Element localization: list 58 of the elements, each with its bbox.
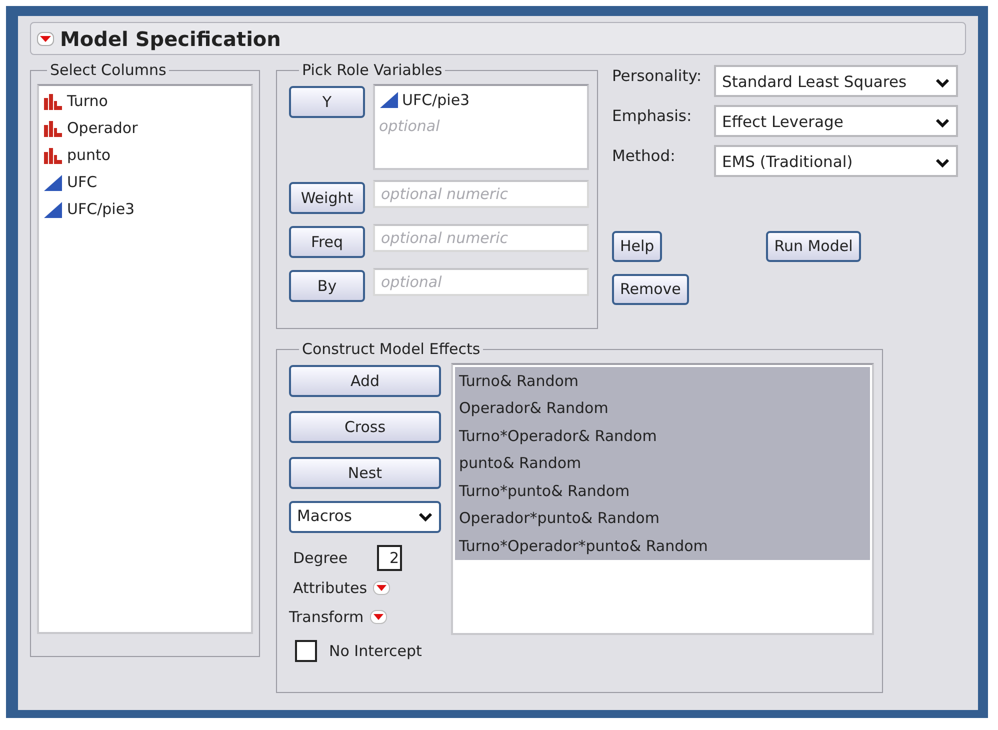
degree-field[interactable]: 2: [377, 545, 402, 571]
setting-label: Personality:: [612, 66, 703, 87]
role-field[interactable]: optional: [373, 268, 589, 296]
role-button[interactable]: Y: [289, 86, 365, 118]
column-item[interactable]: UFC/pie3: [39, 196, 251, 223]
panel-title: Pick Role Variables: [301, 63, 444, 78]
checkbox[interactable]: [295, 640, 317, 662]
action-button[interactable]: Help: [612, 231, 662, 262]
placeholder-text: optional: [379, 116, 441, 137]
macros-dropdown[interactable]: Macros: [289, 501, 441, 533]
dialog-title: Model Specification: [60, 26, 281, 52]
chevron-icon: [935, 78, 950, 88]
effect-item[interactable]: punto& Random: [455, 450, 870, 477]
effect-item[interactable]: Turno*Operador*punto& Random: [455, 532, 870, 560]
effect-item[interactable]: Operador& Random: [455, 394, 870, 422]
dropdown[interactable]: Standard Least Squares: [714, 65, 958, 97]
chevron-icon: [935, 158, 950, 168]
effect-item[interactable]: Turno*Operador& Random: [455, 422, 870, 450]
triangle-icon: [43, 174, 63, 192]
role-list[interactable]: UFC/pie3 optional: [373, 84, 589, 170]
column-item[interactable]: UFC: [39, 169, 251, 196]
disclosure-icon[interactable]: [37, 32, 54, 46]
list-item[interactable]: UFC/pie3: [402, 88, 470, 112]
triangle-icon: [379, 91, 399, 109]
column-item[interactable]: Operador: [39, 115, 251, 142]
setting-label: Method:: [612, 146, 676, 167]
triangle-icon: [43, 200, 63, 218]
effect-button[interactable]: Add: [289, 365, 441, 397]
panel-title: Select Columns: [49, 63, 168, 78]
action-button[interactable]: Run Model: [766, 231, 861, 262]
effect-button[interactable]: Nest: [289, 457, 441, 489]
chevron-icon: [418, 512, 433, 522]
effect-item[interactable]: Turno*punto& Random: [455, 477, 870, 504]
menu-label: Attributes: [293, 578, 368, 599]
degree-label: Degree: [293, 548, 349, 569]
role-button[interactable]: Freq: [289, 226, 365, 258]
effect-button[interactable]: Cross: [289, 411, 441, 443]
column-item[interactable]: Turno: [39, 88, 251, 115]
role-button[interactable]: By: [289, 270, 365, 302]
bar-chart-icon: [43, 146, 63, 164]
dropdown[interactable]: EMS (Traditional): [714, 145, 958, 177]
effect-item[interactable]: Operador*punto& Random: [455, 504, 870, 532]
dropdown[interactable]: Effect Leverage: [714, 105, 958, 137]
menu-icon[interactable]: [370, 610, 387, 624]
menu-label: Transform: [289, 606, 364, 628]
effect-item[interactable]: Turno& Random: [455, 367, 870, 394]
bar-chart-icon: [43, 92, 63, 110]
checkbox-label: No Intercept: [329, 641, 422, 662]
role-button[interactable]: Weight: [289, 182, 365, 214]
setting-label: Emphasis:: [612, 106, 693, 127]
panel-title: Construct Model Effects: [301, 342, 482, 357]
action-button[interactable]: Remove: [612, 274, 689, 305]
role-field[interactable]: optional numeric: [373, 224, 589, 252]
column-item[interactable]: punto: [39, 142, 251, 169]
bar-chart-icon: [43, 120, 63, 138]
chevron-icon: [935, 118, 950, 128]
menu-icon[interactable]: [373, 581, 390, 596]
role-field[interactable]: optional numeric: [373, 180, 589, 208]
